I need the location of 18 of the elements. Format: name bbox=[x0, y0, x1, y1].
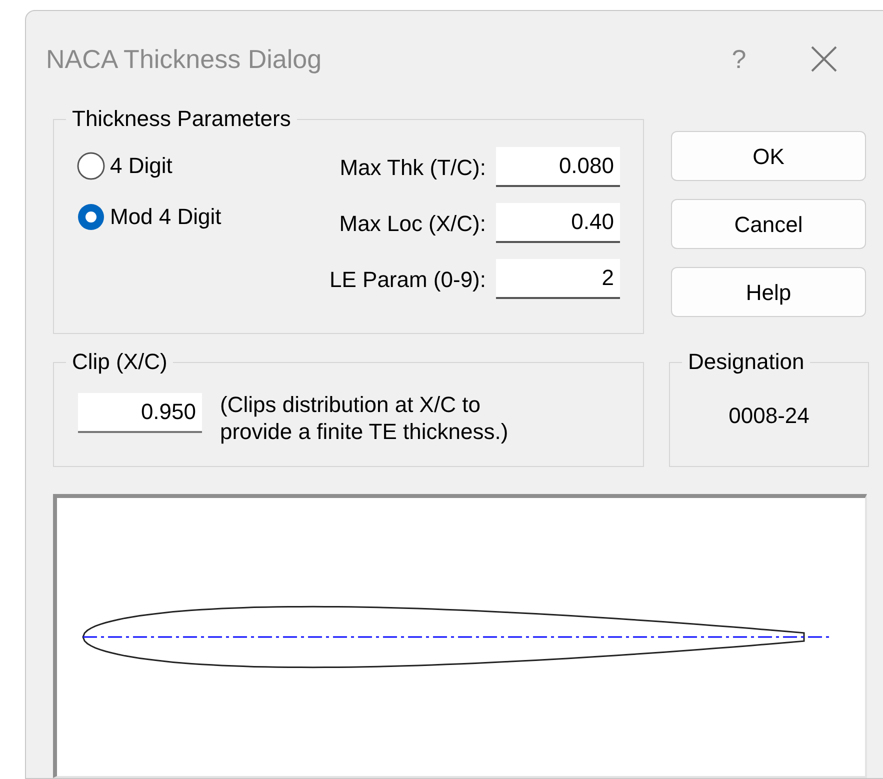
radio-icon bbox=[76, 202, 106, 232]
radio-option[interactable]: Mod 4 Digit bbox=[76, 200, 296, 233]
dialog-button[interactable]: Help bbox=[671, 267, 866, 317]
window-title: NACA Thickness Dialog bbox=[46, 42, 323, 76]
designation-value: 0008-24 bbox=[728, 403, 810, 428]
radio-option[interactable]: 4 Digit bbox=[76, 149, 296, 182]
input-field[interactable]: 0.080 bbox=[496, 147, 620, 187]
field-label: LE Param (0-9): bbox=[328, 266, 486, 294]
input-field[interactable]: 2 bbox=[496, 259, 620, 299]
clip-note: (Clips distribution at X/C to provide a finite TE thickness.) bbox=[220, 391, 510, 445]
close-icon bbox=[811, 46, 837, 72]
dialog-button[interactable]: OK bbox=[671, 131, 866, 181]
clip-field[interactable]: 0.950 bbox=[78, 393, 202, 433]
input-field[interactable]: 0.40 bbox=[496, 203, 620, 243]
field-label: Max Thk (T/C): bbox=[338, 154, 486, 182]
field-label: Max Loc (X/C): bbox=[338, 210, 486, 238]
radio-icon bbox=[76, 150, 106, 180]
dialog-button[interactable]: Cancel bbox=[671, 199, 866, 249]
